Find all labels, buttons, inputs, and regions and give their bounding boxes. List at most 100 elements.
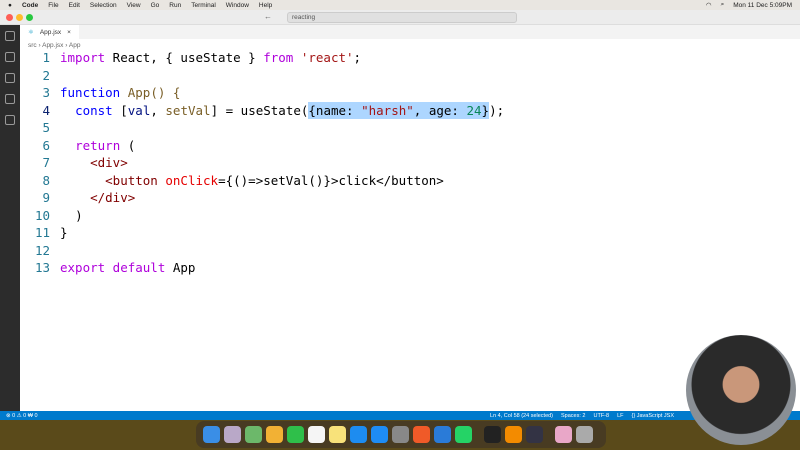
line-number: 6: [42, 137, 50, 153]
code-line[interactable]: 12: [20, 242, 504, 260]
whatsapp-icon[interactable]: [455, 426, 472, 443]
code-line[interactable]: 8 <button onClick ={()=>setVal()}>click</…: [20, 172, 504, 190]
code-token: ;: [353, 50, 362, 65]
obs-icon[interactable]: [526, 426, 543, 443]
code-token: 24: [466, 102, 482, 118]
code-token: );: [489, 102, 505, 118]
trash-icon[interactable]: [576, 426, 593, 443]
run-debug-icon[interactable]: [5, 94, 15, 104]
source-control-icon[interactable]: [5, 73, 15, 83]
code-token: setVal: [165, 102, 211, 118]
code-line[interactable]: 1 import React, { useState } from 'react'…: [20, 49, 504, 67]
launchpad-icon[interactable]: [224, 426, 241, 443]
explorer-icon[interactable]: [5, 31, 15, 41]
line-number: 13: [34, 260, 50, 275]
reminders-icon[interactable]: [308, 426, 325, 443]
code-token: from: [263, 50, 294, 65]
line-number: 4: [42, 102, 50, 118]
notes-icon[interactable]: [329, 426, 346, 443]
apple-icon[interactable]: ●: [8, 2, 12, 9]
minimize-window-button[interactable]: [16, 14, 23, 21]
line-number: 7: [42, 155, 50, 170]
menu-terminal[interactable]: Terminal: [191, 2, 216, 9]
status-bar: ⊗ 0 ⚠ 0 ₩ 0 Ln 4, Col 58 (24 selected) S…: [0, 411, 800, 420]
tab-close-button[interactable]: ×: [67, 29, 71, 36]
language-mode[interactable]: {} JavaScript JSX: [632, 413, 675, 419]
code-line[interactable]: 5: [20, 119, 504, 137]
menu-selection[interactable]: Selection: [90, 2, 117, 9]
menu-app[interactable]: Code: [22, 2, 38, 9]
app-store-icon[interactable]: [371, 426, 388, 443]
code-token: (: [120, 137, 136, 153]
menu-bar: ● Code File Edit Selection View Go Run T…: [0, 0, 800, 10]
search-icon[interactable]: [5, 52, 15, 62]
vscode-icon[interactable]: [434, 426, 451, 443]
line-number: 8: [42, 172, 50, 188]
menu-run[interactable]: Run: [169, 2, 181, 9]
code-line[interactable]: 2: [20, 67, 504, 85]
eol[interactable]: LF: [617, 413, 623, 419]
code-line[interactable]: 9 </div>: [20, 189, 504, 207]
menu-edit[interactable]: Edit: [69, 2, 80, 9]
line-number: 5: [42, 120, 50, 135]
command-center-search[interactable]: reacting: [287, 12, 517, 23]
code-line[interactable]: 11}: [20, 224, 504, 242]
code-token: {name:: [308, 102, 362, 118]
maps-icon[interactable]: [245, 426, 262, 443]
code-area[interactable]: 1 import React, { useState } from 'react'…: [20, 49, 504, 277]
clock[interactable]: Mon 11 Dec 5:09PM: [733, 2, 792, 9]
line-number: 10: [34, 207, 50, 223]
problems-indicator[interactable]: ⊗ 0 ⚠ 0 ₩ 0: [6, 413, 38, 419]
crumb-src[interactable]: src: [28, 42, 37, 49]
close-window-button[interactable]: [6, 14, 13, 21]
indentation[interactable]: Spaces: 2: [561, 413, 585, 419]
code-line[interactable]: 7 <div>: [20, 154, 504, 172]
code-token: "harsh": [361, 102, 414, 118]
tab-app-jsx[interactable]: ⚛ App.jsx ×: [20, 25, 79, 39]
menu-window[interactable]: Window: [226, 2, 249, 9]
keynote-icon[interactable]: [350, 426, 367, 443]
code-token: }: [481, 102, 490, 118]
code-token: React, { useState }: [105, 50, 264, 65]
finder-icon[interactable]: [203, 426, 220, 443]
line-number: 1: [42, 50, 50, 65]
facetime-icon[interactable]: [287, 426, 304, 443]
menu-view[interactable]: View: [127, 2, 141, 9]
encoding[interactable]: UTF-8: [593, 413, 609, 419]
code-line[interactable]: 6 return (: [20, 137, 504, 155]
brave-icon[interactable]: [413, 426, 430, 443]
code-token: App: [165, 260, 196, 275]
code-token: const: [75, 102, 113, 118]
code-line[interactable]: 3 function App() {: [20, 84, 504, 102]
code-token: , age:: [413, 102, 467, 118]
extensions-icon[interactable]: [5, 115, 15, 125]
code-token: function: [60, 85, 121, 100]
code-line[interactable]: 13 export default App: [20, 259, 504, 277]
system-settings-icon[interactable]: [392, 426, 409, 443]
crumb-symbol[interactable]: App: [69, 42, 81, 49]
photos-icon[interactable]: [266, 426, 283, 443]
code-token: return: [75, 137, 121, 153]
menu-go[interactable]: Go: [151, 2, 160, 9]
code-token: <button: [105, 172, 166, 188]
selection: {name: "harsh", age: 24}: [308, 101, 490, 119]
line-number: 3: [42, 85, 50, 100]
code-token: [: [112, 102, 128, 118]
code-line[interactable]: 10 ): [20, 207, 504, 225]
menu-help[interactable]: Help: [259, 2, 272, 9]
back-arrow-icon[interactable]: ←: [264, 12, 272, 21]
wifi-icon[interactable]: ◠: [706, 1, 712, 9]
preview-icon[interactable]: [555, 426, 572, 443]
terminal-icon[interactable]: [484, 426, 501, 443]
menu-file[interactable]: File: [48, 2, 58, 9]
crumb-file[interactable]: App.jsx: [42, 42, 63, 49]
cursor-position[interactable]: Ln 4, Col 58 (24 selected): [490, 413, 553, 419]
webcam-overlay: [686, 335, 796, 445]
search-icon[interactable]: ⌕: [721, 1, 725, 9]
zoom-window-button[interactable]: [26, 14, 33, 21]
code-line[interactable]: 4 const [val, setVal] = useState({name: …: [20, 101, 505, 119]
vlc-icon[interactable]: [505, 426, 522, 443]
